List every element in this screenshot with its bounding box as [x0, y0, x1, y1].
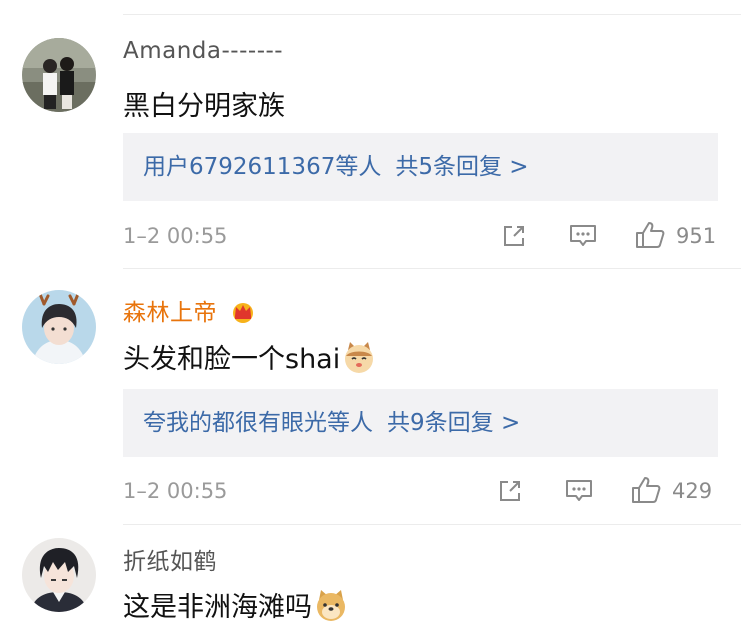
username[interactable]: 折纸如鹤: [123, 542, 217, 576]
avatar[interactable]: [22, 538, 96, 612]
divider: [123, 268, 741, 269]
cat-face-emoji: [345, 342, 374, 373]
reply-users: 夸我的都很有眼光等人: [143, 410, 373, 436]
comment-text: 黑白分明家族: [123, 91, 285, 122]
reply-count: 共9条回复 >: [387, 410, 521, 436]
username-text: 森林上帝: [123, 300, 217, 326]
share-icon[interactable]: [500, 222, 528, 250]
comment-text-content: 头发和脸一个shai: [123, 344, 341, 375]
reply-summary[interactable]: 用户6792611367等人 共5条回复 >: [123, 133, 718, 201]
comment-text: 头发和脸一个shai: [123, 337, 376, 376]
comment-time: 1–2 00:55: [123, 479, 228, 503]
avatar[interactable]: [22, 38, 96, 112]
like-icon[interactable]: [630, 475, 662, 505]
couple-photo-avatar: [22, 38, 96, 112]
like-icon[interactable]: [634, 220, 666, 250]
username[interactable]: 森林上帝: [123, 293, 257, 327]
avatar[interactable]: [22, 290, 96, 364]
doge-emoji: [317, 590, 345, 621]
antler-person-avatar: [22, 290, 96, 364]
username[interactable]: Amanda-------: [123, 38, 283, 64]
comment-text: 这是非洲海滩吗: [123, 585, 348, 624]
crown-badge-icon: [232, 303, 253, 323]
reply-summary[interactable]: 夸我的都很有眼光等人 共9条回复 >: [123, 389, 718, 457]
reply-users: 用户6792611367等人: [143, 154, 382, 180]
comment-icon[interactable]: [568, 222, 598, 250]
reply-count: 共5条回复 >: [395, 154, 529, 180]
like-count: 429: [672, 479, 713, 503]
comment-text-content: 这是非洲海滩吗: [123, 592, 312, 623]
comment-icon[interactable]: [564, 477, 594, 505]
top-divider: [123, 14, 741, 15]
anime-boy-avatar: [22, 538, 96, 612]
divider: [123, 524, 741, 525]
like-count: 951: [676, 224, 717, 248]
share-icon[interactable]: [496, 477, 524, 505]
comment-time: 1–2 00:55: [123, 224, 228, 248]
